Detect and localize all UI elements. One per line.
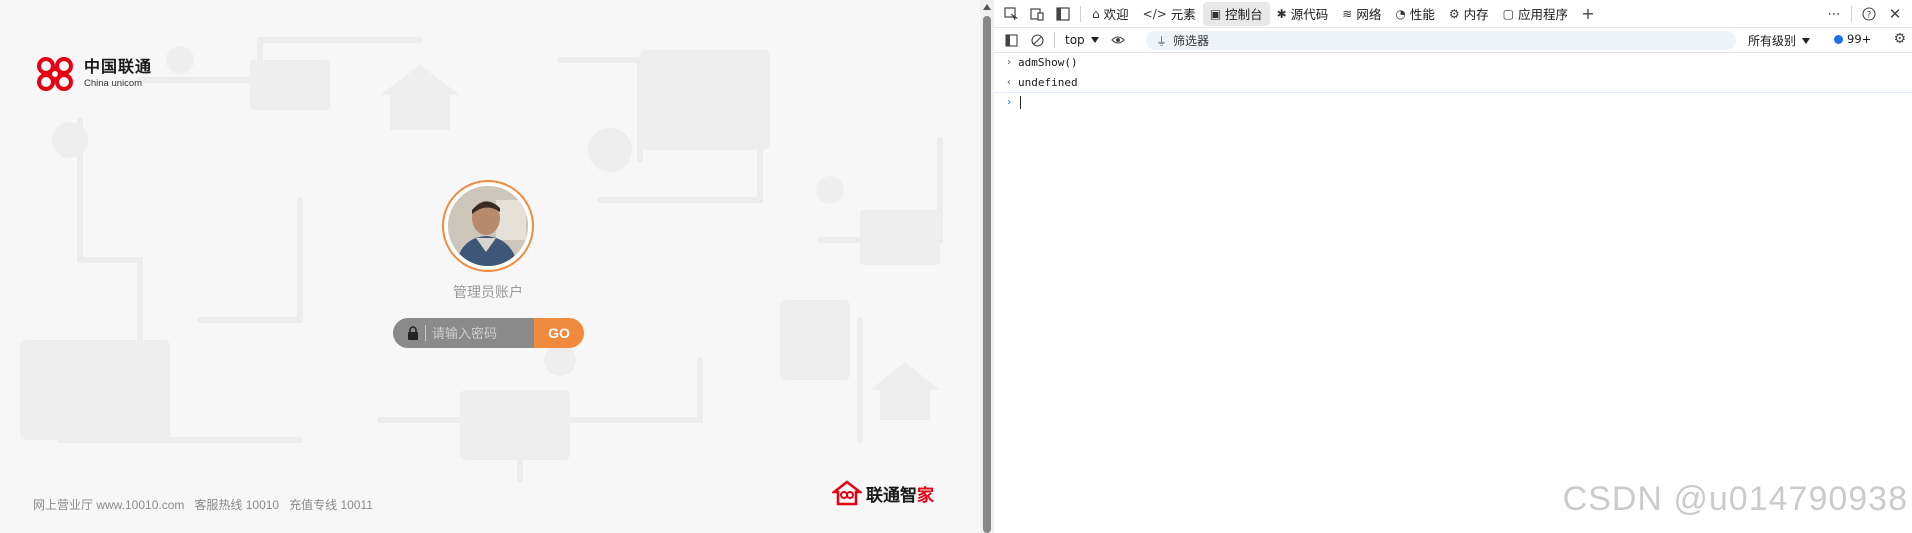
live-expression-eye-icon[interactable] bbox=[1105, 27, 1131, 53]
smart-home-title-accent: 家 bbox=[917, 485, 934, 505]
toolbar-divider bbox=[1054, 32, 1055, 48]
brand-name-cn: 中国联通 bbox=[84, 58, 153, 76]
tab-network-label: 网络 bbox=[1356, 7, 1382, 22]
console-icon: ▣ bbox=[1209, 6, 1222, 21]
tab-memory-label: 内存 bbox=[1463, 7, 1489, 22]
unicom-smart-home-logo: 联通智家 bbox=[832, 480, 934, 506]
more-options-icon[interactable]: ⋯ bbox=[1821, 1, 1847, 27]
return-arrow-icon: ‹ bbox=[1006, 77, 1013, 88]
password-input[interactable] bbox=[425, 325, 521, 341]
sidebar-toggle-icon[interactable] bbox=[998, 27, 1024, 53]
console-output[interactable]: › admShow() ‹ undefined › bbox=[994, 53, 1912, 113]
tab-welcome-label: 欢迎 bbox=[1103, 7, 1129, 22]
text-caret bbox=[1020, 96, 1021, 109]
console-filter-input[interactable]: ⏚ 筛选器 bbox=[1146, 31, 1736, 50]
clear-console-icon[interactable] bbox=[1024, 27, 1050, 53]
tab-sources-label: 源代码 bbox=[1290, 7, 1329, 22]
context-selector[interactable]: top bbox=[1059, 33, 1105, 47]
network-icon: ≋ bbox=[1342, 6, 1353, 21]
toolbar-divider bbox=[1851, 6, 1852, 22]
tab-elements[interactable]: </> 元素 bbox=[1136, 2, 1203, 26]
memory-icon: ⚙ bbox=[1448, 6, 1460, 21]
china-unicom-logo: 中国联通 China unicom bbox=[32, 54, 152, 94]
devtools-main-toolbar: ⌂ 欢迎 </> 元素 ▣ 控制台 ✱ 源代码 ≋ 网络 ◔ 性能 ⚙ 内存 ▢ 应用程序 + … bbox=[994, 0, 1912, 28]
issues-message-icon bbox=[1834, 34, 1843, 44]
home-icon: ⌂ bbox=[1092, 6, 1100, 21]
page-scrollbar[interactable] bbox=[980, 0, 994, 533]
sources-icon: ✱ bbox=[1276, 6, 1287, 21]
smart-home-icon bbox=[832, 480, 862, 506]
tab-performance[interactable]: ◔ 性能 bbox=[1388, 2, 1442, 26]
issues-counter[interactable]: 99+ bbox=[1834, 32, 1871, 46]
add-tab-plus-icon[interactable]: + bbox=[1575, 1, 1601, 27]
tab-network[interactable]: ≋ 网络 bbox=[1335, 2, 1388, 26]
chevron-down-icon bbox=[1802, 37, 1811, 44]
filter-placeholder: 筛选器 bbox=[1173, 34, 1210, 48]
console-settings-gear-icon[interactable]: ⚙ bbox=[1893, 31, 1906, 47]
password-form: GO bbox=[393, 318, 584, 348]
close-icon[interactable]: ✕ bbox=[1882, 1, 1908, 27]
devtools-window-controls: ⋯ ? ✕ bbox=[1821, 1, 1908, 27]
tab-welcome[interactable]: ⌂ 欢迎 bbox=[1085, 2, 1136, 26]
admin-avatar bbox=[442, 180, 534, 272]
tab-performance-label: 性能 bbox=[1409, 7, 1435, 22]
login-page: 中国联通 China unicom 管理员账户 GO 网上营业厅 www.100… bbox=[0, 0, 980, 533]
unicom-knot-icon bbox=[37, 57, 73, 91]
tab-console-label: 控制台 bbox=[1225, 7, 1263, 22]
toolbar-divider bbox=[1080, 5, 1081, 22]
help-icon[interactable]: ? bbox=[1856, 1, 1882, 27]
chevron-down-icon bbox=[1090, 37, 1099, 43]
dock-side-icon[interactable] bbox=[1050, 1, 1076, 27]
tab-elements-label: 元素 bbox=[1170, 7, 1196, 22]
console-toolbar: top ⏚ 筛选器 所有级别 99+ ⚙ bbox=[994, 28, 1912, 53]
smart-home-title-main: 联通智 bbox=[866, 485, 917, 505]
elements-icon: </> bbox=[1142, 6, 1167, 21]
device-emulation-icon[interactable] bbox=[1024, 1, 1050, 27]
tab-console[interactable]: ▣ 控制台 bbox=[1202, 1, 1270, 26]
footer-recharge-line: 充值专线 10011 bbox=[289, 498, 373, 512]
chevron-right-icon: › bbox=[1006, 57, 1013, 68]
console-result-line: ‹ undefined bbox=[994, 73, 1912, 93]
go-button[interactable]: GO bbox=[534, 318, 584, 348]
scrollbar-thumb[interactable] bbox=[983, 16, 991, 533]
log-level-selector[interactable]: 所有级别 bbox=[1748, 32, 1811, 49]
smart-home-title: 联通智家 bbox=[866, 481, 934, 506]
footer-links: 网上营业厅 www.10010.com 客服热线 10010 充值专线 1001… bbox=[33, 496, 373, 513]
filter-icon: ⏚ bbox=[1156, 34, 1167, 48]
log-level-value: 所有级别 bbox=[1748, 34, 1797, 48]
footer-online-hall: 网上营业厅 www.10010.com bbox=[33, 498, 185, 512]
tab-memory[interactable]: ⚙ 内存 bbox=[1442, 2, 1496, 26]
tab-application[interactable]: ▢ 应用程序 bbox=[1496, 2, 1575, 26]
console-result: undefined bbox=[1018, 76, 1078, 89]
inspect-element-icon[interactable] bbox=[998, 1, 1024, 27]
svg-text:?: ? bbox=[1867, 11, 1872, 21]
scroll-up-arrow-icon[interactable] bbox=[983, 4, 991, 10]
lock-icon bbox=[408, 326, 418, 340]
devtools-panel: ⌂ 欢迎 </> 元素 ▣ 控制台 ✱ 源代码 ≋ 网络 ◔ 性能 ⚙ 内存 ▢ 应用程序 + … bbox=[994, 0, 1912, 533]
console-command: admShow() bbox=[1018, 56, 1078, 69]
performance-icon: ◔ bbox=[1395, 6, 1406, 21]
tab-sources[interactable]: ✱ 源代码 bbox=[1270, 2, 1336, 26]
password-field-wrapper bbox=[393, 318, 534, 348]
console-input-line: › admShow() bbox=[994, 53, 1912, 73]
issues-count: 99+ bbox=[1847, 32, 1872, 46]
prompt-chevron-icon: › bbox=[1006, 97, 1013, 108]
footer-service-hotline: 客服热线 10010 bbox=[194, 498, 280, 512]
user-photo bbox=[448, 186, 528, 266]
console-prompt[interactable]: › bbox=[994, 93, 1912, 113]
tab-application-label: 应用程序 bbox=[1517, 7, 1568, 22]
context-value: top bbox=[1065, 33, 1085, 47]
brand-name-en: China unicom bbox=[84, 77, 143, 89]
csdn-watermark: CSDN @u014790938 bbox=[1562, 480, 1908, 518]
application-icon: ▢ bbox=[1502, 6, 1514, 21]
account-label: 管理员账户 bbox=[453, 284, 523, 300]
